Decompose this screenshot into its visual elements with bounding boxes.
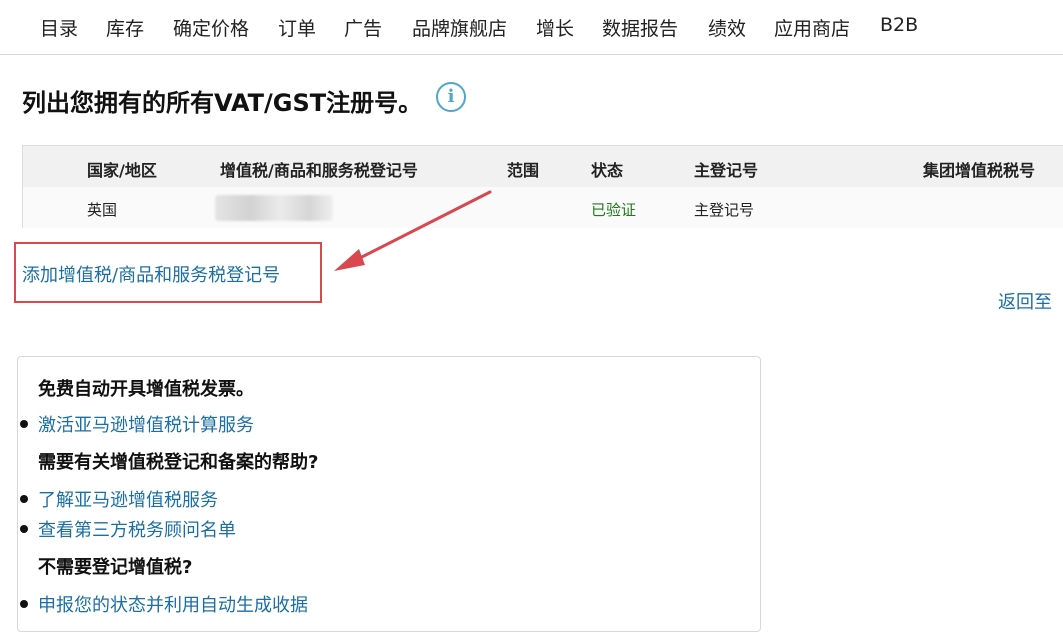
learn-vat-services-link[interactable]: 了解亚马逊增值税服务 xyxy=(38,486,218,512)
activate-vat-calculation-link[interactable]: 激活亚马逊增值税计算服务 xyxy=(38,411,254,437)
nav-item-advertising[interactable]: 广告 xyxy=(344,14,382,41)
help-heading-free-invoices: 免费自动开具增值税发票。 xyxy=(38,379,254,400)
redacted-registration-number xyxy=(215,195,333,221)
table-header-row: 国家/地区 增值税/商品和服务税登记号 范围 状态 主登记号 集团增值税税号 xyxy=(23,146,1063,188)
nav-item-growth[interactable]: 增长 xyxy=(536,14,574,41)
cell-country: 英国 xyxy=(87,201,118,219)
column-header-primary: 主登记号 xyxy=(694,161,759,180)
nav-item-app-store[interactable]: 应用商店 xyxy=(774,14,850,41)
table-row: 英国 已验证 主登记号 xyxy=(23,187,1063,228)
bullet-icon xyxy=(20,495,28,503)
nav-item-orders[interactable]: 订单 xyxy=(278,14,316,41)
top-nav: 目录 库存 确定价格 订单 广告 品牌旗舰店 增长 数据报告 绩效 应用商店 B… xyxy=(0,0,1063,55)
page-title: 列出您拥有的所有VAT/GST注册号。 xyxy=(22,89,423,117)
bullet-icon xyxy=(20,525,28,533)
column-header-scope: 范围 xyxy=(507,161,540,180)
nav-item-pricing[interactable]: 确定价格 xyxy=(173,14,249,41)
declare-status-link[interactable]: 申报您的状态并利用自动生成收据 xyxy=(38,591,308,617)
bullet-icon xyxy=(20,420,28,428)
nav-item-catalog[interactable]: 目录 xyxy=(40,14,78,41)
vat-registration-table: 国家/地区 增值税/商品和服务税登记号 范围 状态 主登记号 集团增值税税号 英… xyxy=(22,145,1063,228)
help-heading-registration-help: 需要有关增值税登记和备案的帮助? xyxy=(38,452,319,473)
nav-item-performance[interactable]: 绩效 xyxy=(708,14,746,41)
help-heading-no-registration: 不需要登记增值税? xyxy=(38,557,193,578)
tax-advisor-list-link[interactable]: 查看第三方税务顾问名单 xyxy=(38,516,236,542)
nav-item-brand-store[interactable]: 品牌旗舰店 xyxy=(412,14,507,41)
nav-item-reports[interactable]: 数据报告 xyxy=(602,14,678,41)
cell-primary: 主登记号 xyxy=(694,201,755,219)
info-icon[interactable]: i xyxy=(436,82,466,112)
column-header-group-vat: 集团增值税税号 xyxy=(923,161,1036,180)
status-badge: 已验证 xyxy=(591,201,637,219)
help-box: 免费自动开具增值税发票。 激活亚马逊增值税计算服务 需要有关增值税登记和备案的帮… xyxy=(17,356,761,632)
column-header-status: 状态 xyxy=(591,161,624,180)
column-header-registration-number: 增值税/商品和服务税登记号 xyxy=(220,161,418,180)
bullet-icon xyxy=(20,600,28,608)
nav-item-inventory[interactable]: 库存 xyxy=(106,14,144,41)
column-header-country: 国家/地区 xyxy=(87,161,157,180)
return-link[interactable]: 返回至 xyxy=(998,288,1052,314)
nav-item-b2b[interactable]: B2B xyxy=(880,14,918,36)
add-vat-registration-link[interactable]: 添加增值税/商品和服务税登记号 xyxy=(22,261,280,287)
